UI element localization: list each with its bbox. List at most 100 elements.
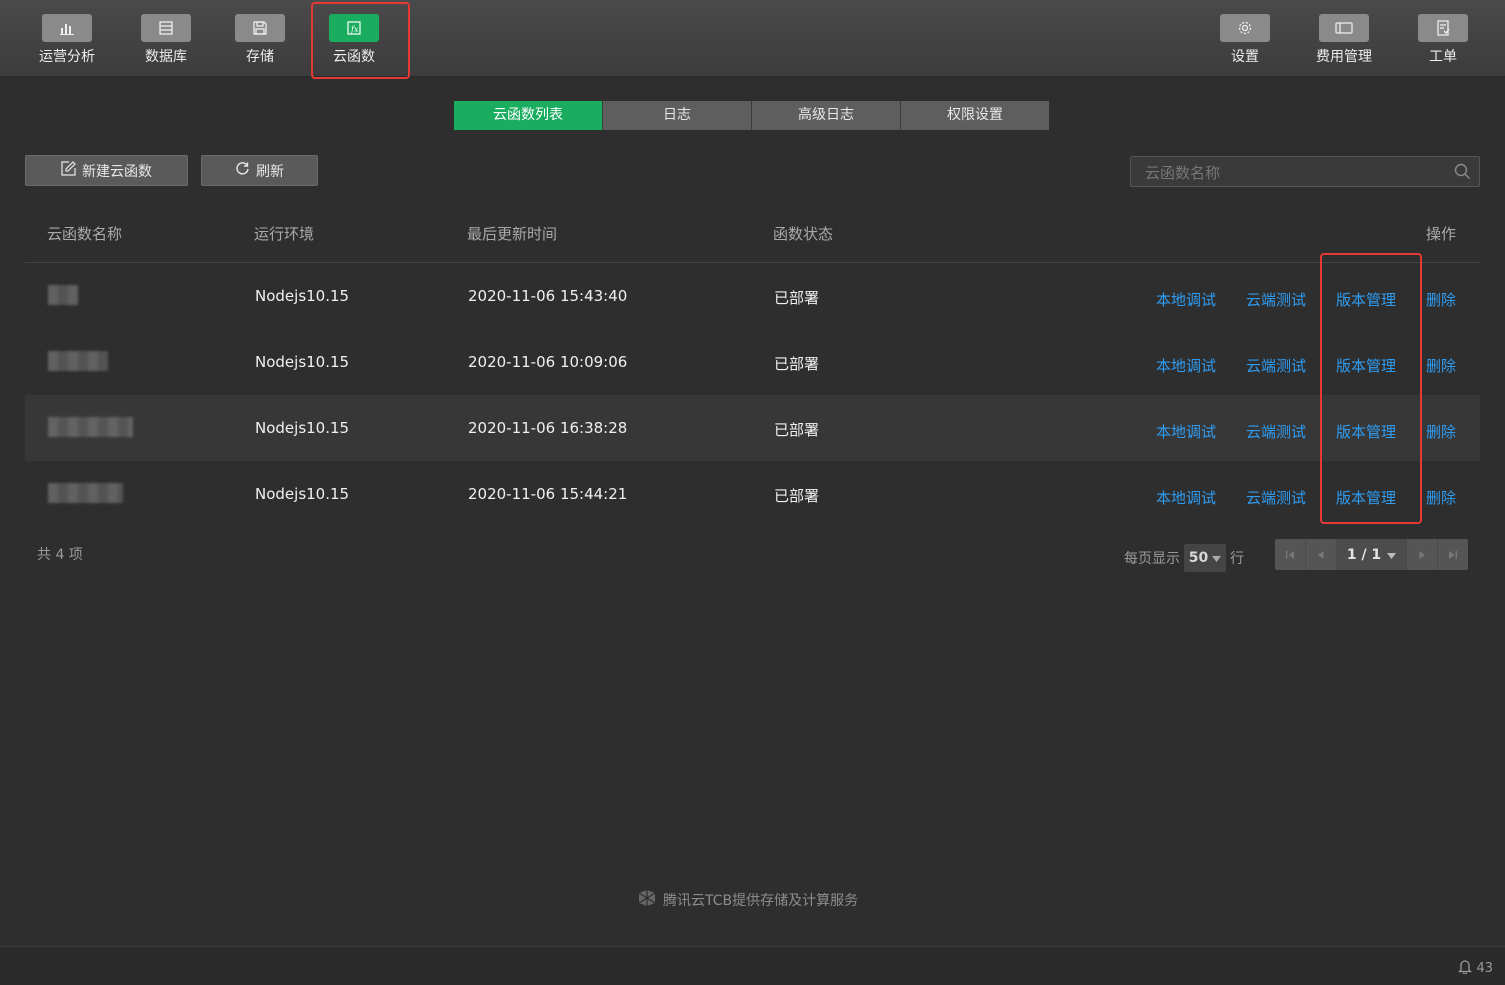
runtime-cell: Nodejs10.15	[255, 353, 350, 371]
edit-icon	[61, 161, 76, 180]
table-row: Nodejs10.15 2020-11-06 16:38:28 已部署 本地调试…	[25, 395, 1480, 461]
function-table: 云函数名称 运行环境 最后更新时间 函数状态 操作 Nodejs10.15 20…	[25, 208, 1480, 527]
notification-button[interactable]: 43	[1458, 959, 1493, 978]
tab-advanced-logs[interactable]: 高级日志	[752, 101, 901, 130]
per-page-control: 每页显示 50 行	[1124, 544, 1244, 572]
first-page-button[interactable]	[1275, 539, 1306, 570]
table-header: 云函数名称 运行环境 最后更新时间 函数状态 操作	[25, 208, 1480, 263]
total-count: 共 4 项	[37, 547, 83, 563]
next-page-button[interactable]	[1407, 539, 1438, 570]
toolbar-settings[interactable]: 设置	[1210, 14, 1280, 66]
search-icon[interactable]	[1454, 163, 1471, 184]
first-page-icon	[1285, 545, 1295, 564]
function-name-redacted	[48, 351, 108, 371]
last-page-icon	[1448, 545, 1458, 564]
delete-link[interactable]: 删除	[1426, 289, 1456, 310]
search-box	[1130, 156, 1480, 187]
column-updated: 最后更新时间	[467, 225, 558, 243]
local-debug-link[interactable]: 本地调试	[1156, 421, 1216, 442]
bar-chart-icon	[42, 14, 92, 42]
caret-down-icon	[1212, 550, 1222, 566]
per-page-value: 50	[1188, 550, 1209, 566]
table-row: Nodejs10.15 2020-11-06 15:44:21 已部署 本地调试…	[25, 461, 1480, 527]
new-function-label: 新建云函数	[82, 163, 152, 180]
status-bar: 43	[0, 946, 1505, 985]
refresh-icon	[235, 161, 250, 180]
provider-text: 腾讯云TCB提供存储及计算服务	[663, 893, 859, 909]
cloud-test-link[interactable]: 云端测试	[1246, 289, 1306, 310]
column-name: 云函数名称	[47, 225, 123, 243]
page-indicator: 1 / 1	[1346, 546, 1382, 563]
pagination: 1 / 1	[1275, 539, 1468, 570]
tab-bar: 云函数列表 日志 高级日志 权限设置	[454, 101, 1049, 130]
tab-function-list[interactable]: 云函数列表	[454, 101, 603, 130]
status-cell: 已部署	[774, 289, 820, 307]
gear-icon	[1220, 14, 1270, 42]
updated-cell: 2020-11-06 15:43:40	[468, 287, 628, 305]
notification-count: 43	[1476, 961, 1493, 976]
tab-logs[interactable]: 日志	[603, 101, 752, 130]
next-page-icon	[1417, 545, 1427, 564]
per-page-select[interactable]: 50	[1184, 544, 1226, 572]
toolbar-storage-label: 存储	[246, 49, 274, 65]
status-cell: 已部署	[774, 487, 820, 505]
table-row: Nodejs10.15 2020-11-06 10:09:06 已部署 本地调试…	[25, 329, 1480, 395]
function-name-redacted	[48, 483, 123, 503]
toolbar-database[interactable]: 数据库	[131, 14, 201, 66]
column-status: 函数状态	[773, 225, 834, 243]
refresh-label: 刷新	[256, 163, 284, 180]
updated-cell: 2020-11-06 16:38:28	[468, 419, 628, 437]
caret-down-icon	[1387, 547, 1397, 563]
table-row: Nodejs10.15 2020-11-06 15:43:40 已部署 本地调试…	[25, 263, 1480, 329]
prev-page-icon	[1316, 545, 1326, 564]
search-input[interactable]	[1143, 161, 1447, 185]
delete-link[interactable]: 删除	[1426, 421, 1456, 442]
highlight-version-manage	[1320, 253, 1422, 524]
cloud-test-link[interactable]: 云端测试	[1246, 355, 1306, 376]
runtime-cell: Nodejs10.15	[255, 419, 350, 437]
toolbar-storage[interactable]: 存储	[225, 14, 295, 66]
cloud-test-link[interactable]: 云端测试	[1246, 487, 1306, 508]
local-debug-link[interactable]: 本地调试	[1156, 289, 1216, 310]
function-name-redacted	[48, 417, 133, 437]
provider-credit: 腾讯云TCB提供存储及计算服务	[637, 889, 858, 911]
bell-icon	[1458, 959, 1473, 978]
function-name-redacted	[48, 285, 78, 305]
ticket-icon	[1418, 14, 1468, 42]
page-select[interactable]: 1 / 1	[1337, 539, 1407, 570]
tencent-cloud-logo-icon	[637, 889, 657, 911]
tab-permissions[interactable]: 权限设置	[901, 101, 1049, 130]
toolbar-billing[interactable]: 费用管理	[1309, 14, 1379, 66]
per-page-label: 每页显示	[1124, 551, 1180, 567]
local-debug-link[interactable]: 本地调试	[1156, 355, 1216, 376]
column-actions: 操作	[1426, 225, 1457, 243]
toolbar-settings-label: 设置	[1231, 49, 1259, 65]
local-debug-link[interactable]: 本地调试	[1156, 487, 1216, 508]
toolbar-ticket[interactable]: 工单	[1408, 14, 1478, 66]
toolbar-ticket-label: 工单	[1429, 49, 1457, 65]
status-cell: 已部署	[774, 355, 820, 373]
column-runtime: 运行环境	[254, 225, 315, 243]
top-toolbar: 运营分析 数据库 存储 fx 云函数 设置 费用管理 工单	[0, 0, 1505, 77]
runtime-cell: Nodejs10.15	[255, 287, 350, 305]
highlight-cloud-function	[311, 2, 410, 79]
toolbar-analytics-label: 运营分析	[39, 49, 95, 65]
status-cell: 已部署	[774, 421, 820, 439]
billing-icon	[1319, 14, 1369, 42]
storage-icon	[235, 14, 285, 42]
per-page-suffix: 行	[1230, 551, 1244, 567]
delete-link[interactable]: 删除	[1426, 487, 1456, 508]
new-function-button[interactable]: 新建云函数	[25, 155, 188, 186]
prev-page-button[interactable]	[1306, 539, 1337, 570]
delete-link[interactable]: 删除	[1426, 355, 1456, 376]
toolbar-billing-label: 费用管理	[1316, 49, 1372, 65]
updated-cell: 2020-11-06 15:44:21	[468, 485, 628, 503]
refresh-button[interactable]: 刷新	[201, 155, 318, 186]
database-icon	[141, 14, 191, 42]
toolbar-database-label: 数据库	[145, 49, 187, 65]
toolbar-analytics[interactable]: 运营分析	[32, 14, 102, 66]
updated-cell: 2020-11-06 10:09:06	[468, 353, 628, 371]
runtime-cell: Nodejs10.15	[255, 485, 350, 503]
cloud-test-link[interactable]: 云端测试	[1246, 421, 1306, 442]
last-page-button[interactable]	[1438, 539, 1468, 570]
